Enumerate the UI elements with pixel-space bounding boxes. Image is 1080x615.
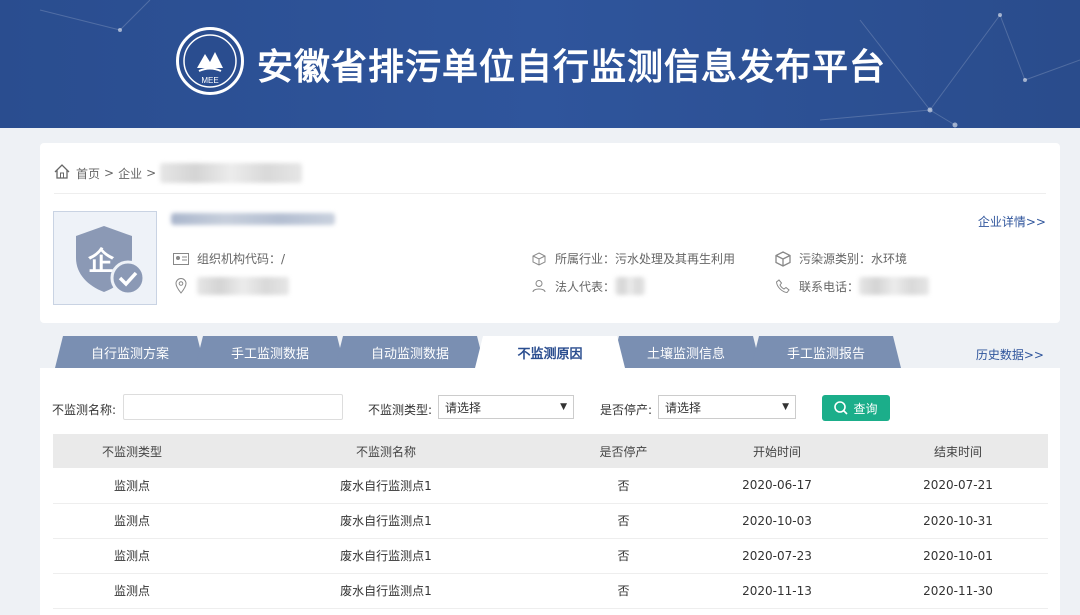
dropdown-arrow-icon: ▼: [782, 402, 789, 412]
phone-icon: [775, 279, 791, 293]
history-data-link[interactable]: 历史数据>>: [976, 346, 1044, 363]
org-code-field: 组织机构代码：/: [173, 250, 285, 267]
table-cell: 监测点: [53, 573, 211, 609]
address-redacted: [197, 277, 289, 295]
column-header: 不监测名称: [355, 444, 416, 459]
table-cell: 2020-10-01: [868, 538, 1048, 574]
legal-rep-field: 法人代表：: [531, 277, 646, 295]
name-filter-label: 不监测名称:: [52, 403, 117, 417]
table-cell: 监测点: [53, 538, 211, 574]
table-cell: 否: [561, 468, 686, 504]
stop-filter-select[interactable]: 请选择 ▼: [658, 395, 796, 419]
stop-filter-label: 是否停产:: [600, 403, 653, 417]
search-icon: [834, 401, 849, 415]
table-cell: 否: [561, 503, 686, 539]
table-cell: 废水自行监测点1: [211, 503, 561, 539]
table-cell: 监测点: [53, 468, 211, 504]
column-header: 结束时间: [933, 444, 982, 459]
breadcrumb-separator: >: [104, 166, 115, 180]
table-cell: 2020-10-31: [868, 503, 1048, 539]
breadcrumb-separator: >: [146, 166, 157, 180]
phone-field: 联系电话：: [775, 277, 930, 295]
table-cell: 监测点: [53, 503, 211, 539]
table-header-row: 不监测类型 不监测名称 是否停产 开始时间 结束时间: [53, 434, 1048, 468]
search-button[interactable]: 查询: [822, 395, 890, 421]
tab-manual-report[interactable]: 手工监测报告: [751, 336, 901, 368]
table-row: 监测点 废水自行监测点1 否 2020-11-13 2020-11-30: [53, 573, 1048, 609]
header-banner: MEE 安徽省排污单位自行监测信息发布平台: [0, 0, 1080, 128]
table-cell: 2020-11-13: [686, 573, 868, 609]
pollution-type-field: 污染源类别：水环境: [775, 250, 907, 267]
site-title: 安徽省排污单位自行监测信息发布平台: [257, 47, 887, 88]
table-cell: 2020-07-21: [868, 468, 1048, 504]
table-row: 监测点 废水自行监测点1 否 2020-06-17 2020-07-21: [53, 468, 1048, 504]
cube-icon: [775, 250, 791, 267]
shield-check-icon: 企: [76, 226, 146, 296]
breadcrumb-enterprise[interactable]: 企业: [118, 165, 142, 182]
enterprise-card: 首页 > 企业 > 企 企业详情>> 组织机构代码：/ 所属行业：污水处理及其再…: [40, 143, 1060, 323]
divider: [54, 193, 1046, 194]
no-monitoring-table: 不监测类型 不监测名称 是否停产 开始时间 结束时间 监测点 废水自行监测点1 …: [53, 434, 1048, 609]
table-row: 监测点 废水自行监测点1 否 2020-10-03 2020-10-31: [53, 503, 1048, 539]
table-cell: 否: [561, 538, 686, 574]
tab-bar: 自行监测方案 手工监测数据 自动监测数据 不监测原因 土壤监测信息 手工监测报告: [55, 336, 901, 368]
breadcrumb-home[interactable]: 首页: [76, 165, 100, 182]
user-icon: [531, 279, 547, 293]
mee-logo: MEE: [176, 27, 244, 95]
tab-no-monitoring-reason[interactable]: 不监测原因: [475, 336, 625, 368]
breadcrumb: 首页 > 企业 >: [54, 163, 303, 183]
column-header: 是否停产: [599, 444, 648, 459]
column-header: 不监测类型: [101, 444, 162, 459]
table-cell: 废水自行监测点1: [211, 538, 561, 574]
enterprise-name-redacted: [171, 213, 335, 228]
table-cell: 2020-10-03: [686, 503, 868, 539]
enterprise-detail-link[interactable]: 企业详情>>: [978, 213, 1046, 230]
cube-icon: [531, 251, 547, 266]
type-filter-select[interactable]: 请选择 ▼: [438, 395, 574, 419]
dropdown-arrow-icon: ▼: [560, 402, 567, 412]
svg-text:企: 企: [88, 246, 115, 277]
address-field: [173, 277, 289, 295]
type-filter-label: 不监测类型:: [368, 403, 433, 417]
table-cell: 废水自行监测点1: [211, 573, 561, 609]
content-panel: 不监测名称: 不监测类型: 请选择 ▼ 是否停产: 请选择 ▼ 查询 不监测类型…: [40, 368, 1060, 615]
breadcrumb-current-redacted: [160, 163, 303, 183]
phone-redacted: [859, 277, 930, 295]
column-header: 开始时间: [752, 444, 801, 459]
home-icon[interactable]: [54, 164, 70, 182]
legal-rep-redacted: [615, 277, 646, 295]
name-filter-input[interactable]: [123, 394, 343, 420]
table-cell: 2020-11-30: [868, 573, 1048, 609]
enterprise-avatar: 企: [53, 211, 157, 305]
tab-auto-data[interactable]: 自动监测数据: [335, 336, 485, 368]
table-row: 监测点 废水自行监测点1 否 2020-07-23 2020-10-01: [53, 538, 1048, 574]
table-cell: 2020-07-23: [686, 538, 868, 574]
table-cell: 废水自行监测点1: [211, 468, 561, 504]
tab-soil-info[interactable]: 土壤监测信息: [611, 336, 761, 368]
table-cell: 否: [561, 573, 686, 609]
tab-monitoring-plan[interactable]: 自行监测方案: [55, 336, 205, 368]
table-cell: 2020-06-17: [686, 468, 868, 504]
location-pin-icon: [173, 278, 189, 294]
industry-field: 所属行业：污水处理及其再生利用: [531, 250, 735, 267]
tab-manual-data[interactable]: 手工监测数据: [195, 336, 345, 368]
id-card-icon: [173, 252, 189, 266]
svg-text:MEE: MEE: [201, 76, 218, 85]
